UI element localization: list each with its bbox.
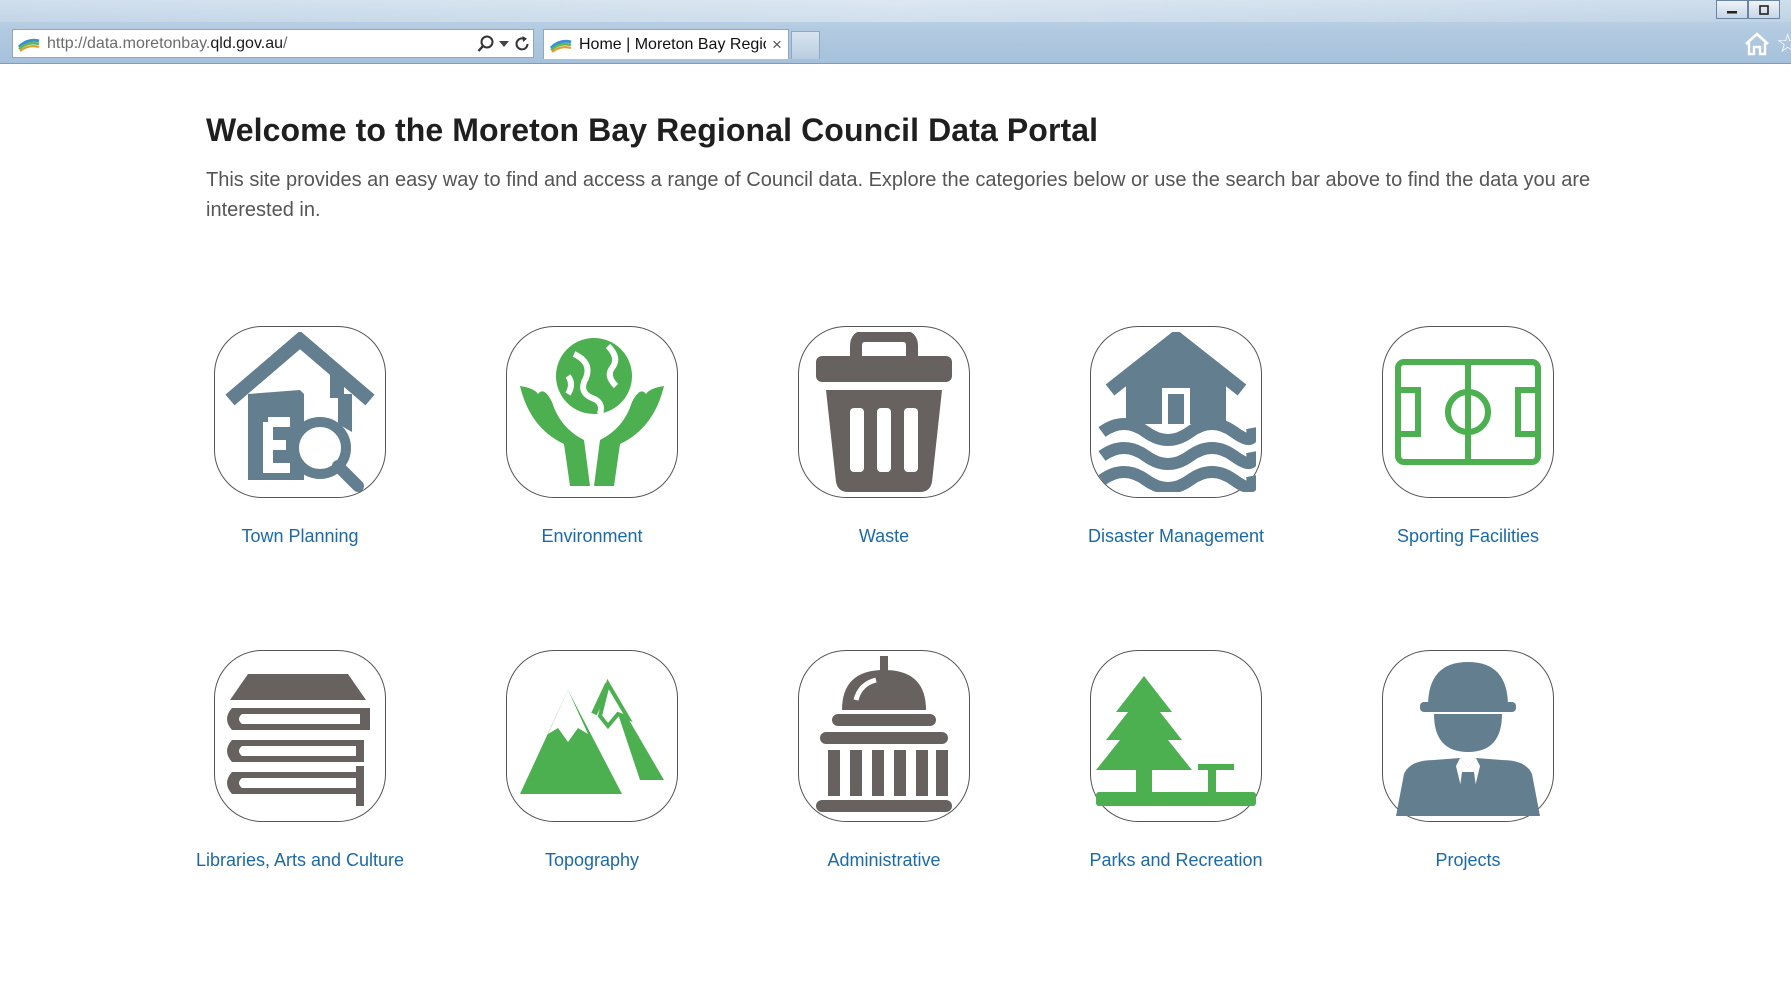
tab-favicon-icon <box>550 39 572 53</box>
category-topography[interactable]: Topography <box>446 650 738 871</box>
category-projects[interactable]: Projects <box>1322 650 1614 871</box>
page-intro: This site provides an easy way to find a… <box>206 169 1591 221</box>
category-tile[interactable] <box>1090 650 1262 822</box>
category-libraries-arts-culture[interactable]: Libraries, Arts and Culture <box>154 650 446 871</box>
category-administrative[interactable]: Administrative <box>738 650 1030 871</box>
category-tile[interactable] <box>1382 326 1554 498</box>
search-icon[interactable] <box>475 31 497 57</box>
browser-chrome: http://data.moretonbay.qld.gov.au/ Home … <box>0 0 1791 64</box>
browser-tab-home[interactable]: Home | Moreton Bay Regio... × <box>543 29 789 59</box>
hard-hat-worker-icon <box>1396 662 1540 816</box>
books-stack-icon <box>227 674 370 806</box>
minimize-icon[interactable] <box>1716 0 1748 19</box>
category-tile[interactable] <box>214 650 386 822</box>
category-tile[interactable] <box>1382 650 1554 822</box>
category-label[interactable]: Environment <box>446 526 738 547</box>
tab-close-icon[interactable]: × <box>766 35 788 55</box>
category-environment[interactable]: Environment <box>446 326 738 547</box>
category-label[interactable]: Town Planning <box>154 526 446 547</box>
tab-title: Home | Moreton Bay Regio... <box>579 35 766 53</box>
category-town-planning[interactable]: Town Planning <box>154 326 446 547</box>
category-label[interactable]: Parks and Recreation <box>1030 850 1322 871</box>
category-parks-recreation[interactable]: Parks and Recreation <box>1030 650 1322 871</box>
category-waste[interactable]: Waste <box>738 326 1030 547</box>
category-tile[interactable] <box>506 650 678 822</box>
category-label[interactable]: Libraries, Arts and Culture <box>154 850 446 871</box>
tree-bench-icon <box>1096 676 1256 806</box>
house-search-icon <box>225 332 375 492</box>
flood-house-icon <box>1098 332 1256 492</box>
title-bar <box>0 0 1791 22</box>
trash-bin-icon <box>816 332 952 492</box>
refresh-icon[interactable] <box>511 31 533 57</box>
category-tile[interactable] <box>214 326 386 498</box>
sports-field-icon <box>1395 359 1541 465</box>
favorites-star-icon[interactable]: ☆ <box>1776 30 1791 56</box>
category-tile[interactable] <box>506 326 678 498</box>
maximize-icon[interactable] <box>1748 0 1780 19</box>
category-tile[interactable] <box>798 326 970 498</box>
window-controls <box>1716 0 1780 20</box>
category-tile[interactable] <box>1090 326 1262 498</box>
category-tile[interactable] <box>798 650 970 822</box>
category-label[interactable]: Administrative <box>738 850 1030 871</box>
address-bar[interactable]: http://data.moretonbay.qld.gov.au/ <box>12 29 534 58</box>
category-label[interactable]: Disaster Management <box>1030 526 1322 547</box>
page-title: Welcome to the Moreton Bay Regional Coun… <box>206 112 1099 148</box>
category-label[interactable]: Sporting Facilities <box>1322 526 1614 547</box>
category-label[interactable]: Topography <box>446 850 738 871</box>
category-disaster-management[interactable]: Disaster Management <box>1030 326 1322 547</box>
category-sporting-facilities[interactable]: Sporting Facilities <box>1322 326 1614 547</box>
site-favicon-icon <box>18 38 40 52</box>
category-label[interactable]: Waste <box>738 526 1030 547</box>
dropdown-arrow-icon[interactable] <box>497 31 511 57</box>
home-icon[interactable] <box>1744 32 1770 56</box>
address-url[interactable]: http://data.moretonbay.qld.gov.au/ <box>47 35 475 53</box>
category-label[interactable]: Projects <box>1322 850 1614 871</box>
new-tab-button[interactable] <box>791 31 820 59</box>
mountains-icon <box>520 678 664 794</box>
hands-globe-icon <box>520 338 664 486</box>
capitol-building-icon <box>816 656 952 812</box>
